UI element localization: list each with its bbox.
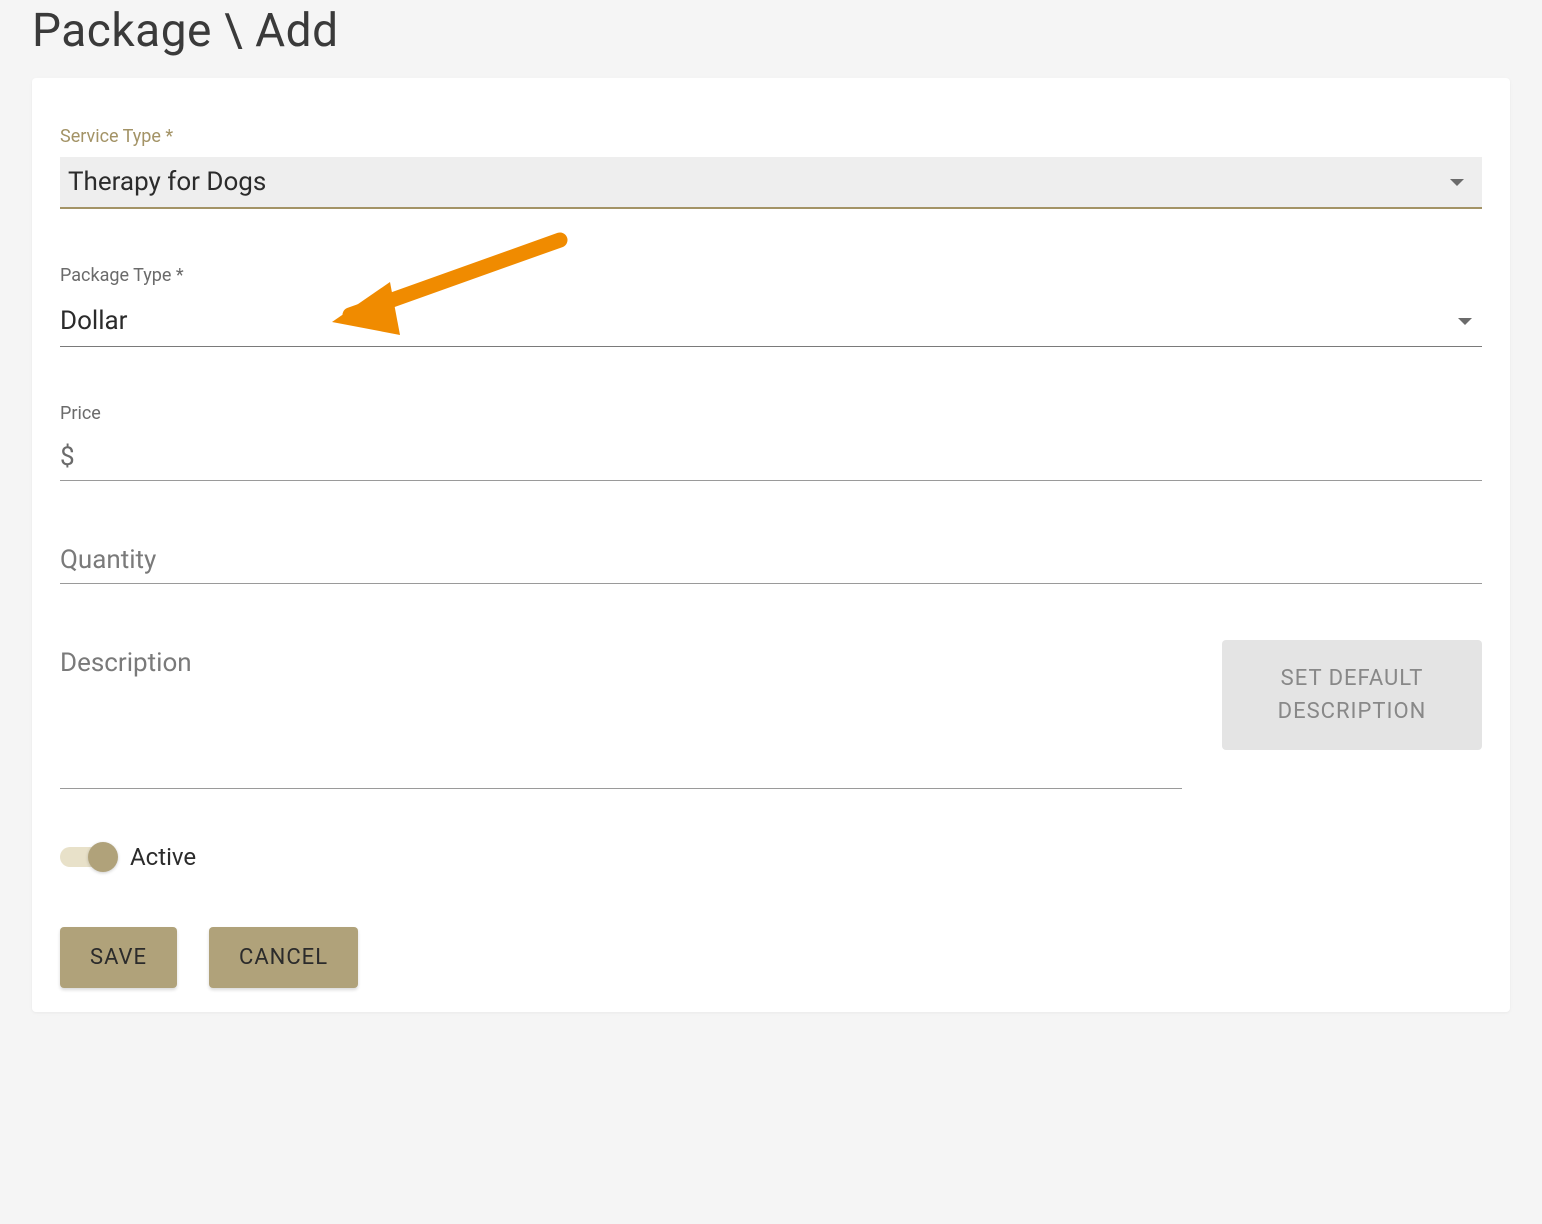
price-input[interactable] (79, 442, 1482, 472)
chevron-down-icon (1450, 179, 1464, 186)
package-type-value: Dollar (60, 306, 128, 336)
quantity-input[interactable] (60, 537, 1482, 584)
description-input[interactable] (60, 640, 1182, 789)
quantity-field (60, 537, 1482, 584)
active-label: Active (130, 843, 196, 871)
package-type-select[interactable]: Dollar (60, 296, 1482, 347)
button-row: SAVE CANCEL (60, 927, 1482, 988)
package-type-field: Package Type * Dollar (60, 265, 1482, 347)
service-type-field: Service Type * Therapy for Dogs (60, 126, 1482, 209)
toggle-handle (88, 842, 118, 872)
package-type-label: Package Type * (60, 265, 1482, 286)
set-default-description-button[interactable]: SET DEFAULT DESCRIPTION (1222, 640, 1482, 750)
price-input-row: $ (60, 434, 1482, 481)
active-toggle-row: Active (60, 843, 1482, 871)
chevron-down-icon (1458, 318, 1472, 325)
description-row: SET DEFAULT DESCRIPTION (60, 640, 1482, 793)
service-type-value: Therapy for Dogs (68, 167, 266, 197)
price-field: Price $ (60, 403, 1482, 481)
active-toggle[interactable] (60, 847, 114, 867)
save-button[interactable]: SAVE (60, 927, 177, 988)
price-prefix: $ (60, 442, 75, 472)
page-title: Package \ Add (0, 0, 1542, 78)
cancel-button[interactable]: CANCEL (209, 927, 358, 988)
form-card: Service Type * Therapy for Dogs Package … (32, 78, 1510, 1012)
price-label: Price (60, 403, 1482, 424)
service-type-select[interactable]: Therapy for Dogs (60, 157, 1482, 209)
service-type-label: Service Type * (60, 126, 1482, 147)
description-left (60, 640, 1182, 793)
